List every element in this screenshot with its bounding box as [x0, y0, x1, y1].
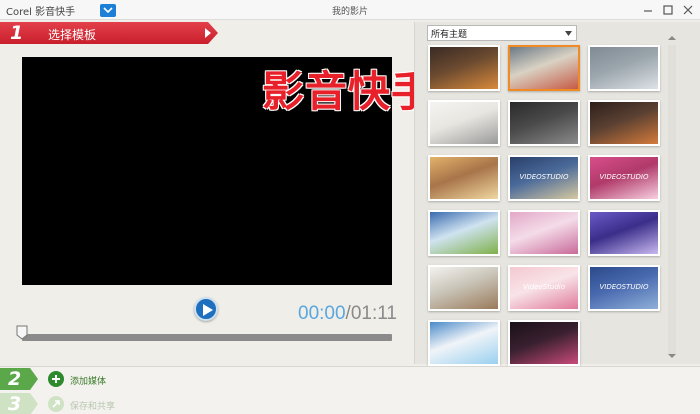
- window-title: 我的影片: [331, 7, 368, 17]
- step2-row[interactable]: 2 添加媒体: [0, 368, 700, 390]
- watermark-text: 影音快手: [262, 67, 435, 116]
- timecode: 00:00/01:11: [298, 303, 397, 325]
- maximize-button[interactable]: [660, 2, 676, 17]
- minimize-icon: [644, 10, 652, 12]
- step2-number: 2: [8, 368, 22, 390]
- step3-label: 保存和共享: [70, 402, 116, 412]
- window-controls: [640, 2, 696, 17]
- play-icon: [203, 304, 213, 316]
- add-icon: [48, 371, 64, 387]
- step2-badge: 2: [0, 368, 38, 390]
- theme-thumbnail[interactable]: [508, 100, 580, 146]
- theme-thumbnail[interactable]: VideoStudio: [508, 265, 580, 311]
- thumbnail-caption: VideoStudio: [522, 283, 566, 291]
- theme-thumbnail[interactable]: [428, 155, 500, 201]
- step1-label: 选择模板: [48, 28, 97, 42]
- theme-filter-select[interactable]: 所有主题: [427, 25, 577, 41]
- theme-thumbnail[interactable]: [508, 45, 580, 91]
- theme-thumbnail[interactable]: [428, 100, 500, 146]
- theme-thumbnail[interactable]: VIDEOSTUDIO: [588, 265, 660, 311]
- timecode-current: 00:00: [298, 303, 346, 324]
- close-icon: [683, 5, 693, 15]
- theme-thumbnail[interactable]: [588, 45, 660, 91]
- share-icon: [48, 396, 64, 412]
- theme-thumbnail[interactable]: VIDEOSTUDIO: [588, 155, 660, 201]
- step3-row: 3 保存和共享: [0, 393, 700, 414]
- theme-thumbnail[interactable]: [428, 320, 500, 366]
- minimize-button[interactable]: [640, 2, 656, 17]
- thumbnail-caption: VIDEOSTUDIO: [599, 173, 649, 181]
- play-button[interactable]: [194, 297, 218, 321]
- theme-thumbnail[interactable]: [508, 320, 580, 366]
- close-button[interactable]: [680, 2, 696, 17]
- step3-badge: 3: [0, 393, 38, 414]
- thumbnail-caption: VIDEOSTUDIO: [599, 283, 649, 291]
- thumbnail-caption: VIDEOSTUDIO: [519, 173, 569, 181]
- step1-banner[interactable]: 1 选择模板: [0, 22, 218, 44]
- maximize-icon: [663, 5, 673, 15]
- theme-thumbnail[interactable]: [428, 265, 500, 311]
- steps-bar: 2 添加媒体 3 保存和共享: [0, 366, 700, 414]
- theme-thumbnail[interactable]: [508, 210, 580, 256]
- theme-filter-value: 所有主题: [431, 30, 468, 40]
- theme-thumbnail[interactable]: [428, 45, 500, 91]
- theme-thumbnail[interactable]: [588, 100, 660, 146]
- step1-number: 1: [10, 22, 24, 44]
- scroll-up-arrow[interactable]: [668, 34, 676, 42]
- timecode-total: 01:11: [350, 303, 397, 324]
- chevron-right-icon: [205, 28, 211, 38]
- title-bar: Corel 影音快手 我的影片: [0, 0, 700, 20]
- theme-thumbnail[interactable]: [428, 210, 500, 256]
- scrubber-handle[interactable]: [16, 325, 28, 340]
- scroll-down-arrow[interactable]: [668, 352, 676, 360]
- theme-thumbnail[interactable]: VIDEOSTUDIO: [508, 155, 580, 201]
- panel-scrollbar[interactable]: [668, 45, 676, 355]
- caret-down-icon: [565, 31, 572, 36]
- scrubber-track[interactable]: [22, 334, 392, 341]
- step3-number: 3: [8, 393, 22, 414]
- step2-label: 添加媒体: [70, 377, 107, 387]
- theme-thumbnail[interactable]: [588, 210, 660, 256]
